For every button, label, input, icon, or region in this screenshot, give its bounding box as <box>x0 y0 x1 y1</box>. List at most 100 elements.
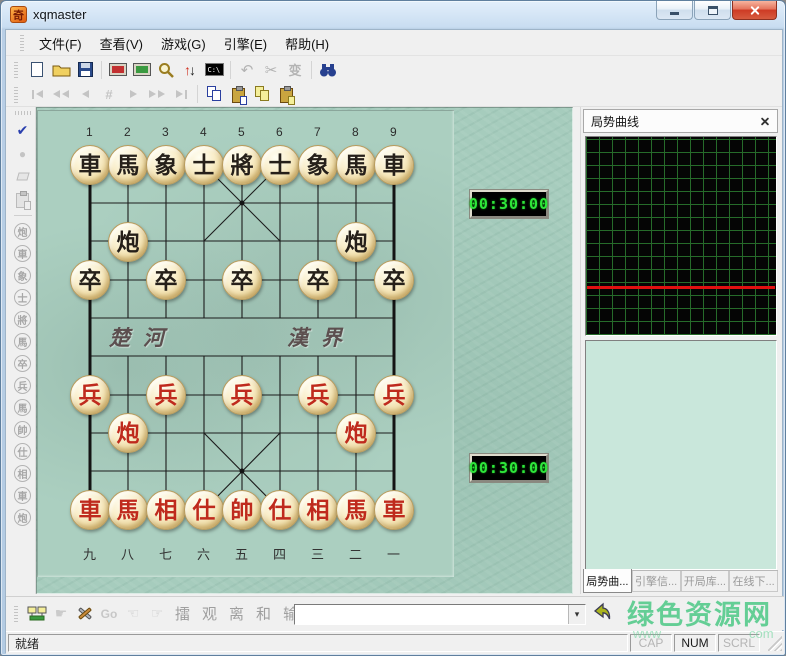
piece-馬-file8-rank9[interactable]: 馬 <box>336 490 376 530</box>
palette-piece-black-卒[interactable]: 卒 <box>12 352 33 374</box>
engine-console-button[interactable]: C:\ <box>202 59 226 81</box>
undo-button[interactable]: ↶ <box>235 59 259 81</box>
tab-online-play[interactable]: 在线下... <box>729 571 778 592</box>
palette-piece-red-仕[interactable]: 仕 <box>12 440 33 462</box>
game-label-2[interactable]: 离 <box>229 603 244 624</box>
nav-fast-forward-button[interactable] <box>145 83 169 105</box>
change-side-button[interactable]: 变 <box>283 59 307 81</box>
tab-engine-info[interactable]: 引擎信... <box>632 571 681 592</box>
tab-opening-book[interactable]: 开局库... <box>681 571 730 592</box>
toolbar-grip[interactable] <box>14 86 18 103</box>
network-button[interactable] <box>25 603 49 625</box>
resize-grip[interactable] <box>768 635 782 651</box>
piece-象-file7-rank0[interactable]: 象 <box>298 145 338 185</box>
new-file-button[interactable] <box>25 59 49 81</box>
piece-士-file4-rank0[interactable]: 士 <box>184 145 224 185</box>
hand-left-button[interactable]: ☜ <box>121 603 145 625</box>
piece-馬-file2-rank9[interactable]: 馬 <box>108 490 148 530</box>
piece-車-file1-rank9[interactable]: 車 <box>70 490 110 530</box>
game-label-3[interactable]: 和 <box>256 603 271 624</box>
menu-game[interactable]: 游戏(G) <box>152 31 215 56</box>
mark-dot-button[interactable]: ● <box>12 142 34 165</box>
tab-situation-curve[interactable]: 局势曲... <box>583 569 632 593</box>
toolbar-grip[interactable] <box>14 605 18 622</box>
palette-piece-red-相[interactable]: 相 <box>12 462 33 484</box>
clipboard-button[interactable] <box>12 188 34 211</box>
piece-炮-file2-rank2[interactable]: 炮 <box>108 222 148 262</box>
go-button[interactable]: Go <box>97 603 121 625</box>
piece-車-file9-rank0[interactable]: 車 <box>374 145 414 185</box>
nav-forward-button[interactable] <box>121 83 145 105</box>
palette-piece-red-炮[interactable]: 炮 <box>12 506 33 528</box>
piece-卒-file3-rank3[interactable]: 卒 <box>146 260 186 300</box>
nav-last-button[interactable] <box>169 83 193 105</box>
cut-button[interactable]: ✂ <box>259 59 283 81</box>
settings-tools-button[interactable] <box>73 603 97 625</box>
title-bar[interactable]: 奇 xqmaster <box>1 1 785 29</box>
piece-兵-file9-rank6[interactable]: 兵 <box>374 375 414 415</box>
piece-炮-file8-rank2[interactable]: 炮 <box>336 222 376 262</box>
board-view-green-button[interactable] <box>130 59 154 81</box>
nav-rewind-button[interactable] <box>49 83 73 105</box>
piece-車-file9-rank9[interactable]: 車 <box>374 490 414 530</box>
palette-piece-black-車[interactable]: 車 <box>12 242 33 264</box>
piece-將-file5-rank0[interactable]: 將 <box>222 145 262 185</box>
board-view-red-button[interactable] <box>106 59 130 81</box>
paste-position-button[interactable] <box>226 83 250 105</box>
palette-piece-red-帥[interactable]: 帥 <box>12 418 33 440</box>
piece-帥-file5-rank9[interactable]: 帥 <box>222 490 262 530</box>
piece-兵-file7-rank6[interactable]: 兵 <box>298 375 338 415</box>
menu-help[interactable]: 帮助(H) <box>276 31 338 56</box>
move-arrows-button[interactable]: ↑↓ <box>178 59 202 81</box>
palette-piece-red-兵[interactable]: 兵 <box>12 374 33 396</box>
find-button[interactable] <box>316 59 340 81</box>
eraser-button[interactable] <box>12 165 34 188</box>
copy-position-button[interactable] <box>202 83 226 105</box>
nav-move-number-button[interactable]: # <box>97 83 121 105</box>
nav-first-button[interactable] <box>25 83 49 105</box>
hand-button[interactable]: ☛ <box>49 603 73 625</box>
piece-馬-file2-rank0[interactable]: 馬 <box>108 145 148 185</box>
hand-right-button[interactable]: ☞ <box>145 603 169 625</box>
annotate-check-button[interactable]: ✔ <box>12 119 34 142</box>
piece-卒-file1-rank3[interactable]: 卒 <box>70 260 110 300</box>
open-file-button[interactable] <box>49 59 73 81</box>
panel-close-button[interactable] <box>761 117 770 126</box>
piece-士-file6-rank0[interactable]: 士 <box>260 145 300 185</box>
piece-兵-file3-rank6[interactable]: 兵 <box>146 375 186 415</box>
save-button[interactable] <box>73 59 97 81</box>
close-button[interactable] <box>732 1 777 20</box>
piece-炮-file2-rank7[interactable]: 炮 <box>108 413 148 453</box>
game-label-1[interactable]: 观 <box>202 603 217 624</box>
piece-象-file3-rank0[interactable]: 象 <box>146 145 186 185</box>
piece-兵-file5-rank6[interactable]: 兵 <box>222 375 262 415</box>
minimize-button[interactable] <box>656 1 693 20</box>
piece-相-file7-rank9[interactable]: 相 <box>298 490 338 530</box>
menu-engine[interactable]: 引擎(E) <box>215 31 276 56</box>
takeback-button[interactable] <box>592 602 612 627</box>
piece-炮-file8-rank7[interactable]: 炮 <box>336 413 376 453</box>
palette-piece-red-馬[interactable]: 馬 <box>12 396 33 418</box>
piece-馬-file8-rank0[interactable]: 馬 <box>336 145 376 185</box>
move-list-combobox[interactable]: ▾ <box>294 604 586 625</box>
combo-dropdown-button[interactable]: ▾ <box>568 605 585 624</box>
piece-仕-file6-rank9[interactable]: 仕 <box>260 490 300 530</box>
zoom-button[interactable] <box>154 59 178 81</box>
palette-piece-black-馬[interactable]: 馬 <box>12 330 33 352</box>
piece-相-file3-rank9[interactable]: 相 <box>146 490 186 530</box>
palette-piece-black-象[interactable]: 象 <box>12 264 33 286</box>
piece-兵-file1-rank6[interactable]: 兵 <box>70 375 110 415</box>
paste-moves-button[interactable] <box>274 83 298 105</box>
copy-moves-button[interactable] <box>250 83 274 105</box>
palette-piece-red-車[interactable]: 車 <box>12 484 33 506</box>
palette-piece-black-將[interactable]: 將 <box>12 308 33 330</box>
piece-卒-file5-rank3[interactable]: 卒 <box>222 260 262 300</box>
palette-piece-black-士[interactable]: 士 <box>12 286 33 308</box>
maximize-button[interactable] <box>694 1 731 20</box>
piece-卒-file9-rank3[interactable]: 卒 <box>374 260 414 300</box>
menu-file[interactable]: 文件(F) <box>30 31 91 56</box>
game-label-0[interactable]: 擂 <box>175 603 190 624</box>
menu-view[interactable]: 查看(V) <box>91 31 152 56</box>
toolbar-grip[interactable] <box>14 61 18 78</box>
nav-back-button[interactable] <box>73 83 97 105</box>
